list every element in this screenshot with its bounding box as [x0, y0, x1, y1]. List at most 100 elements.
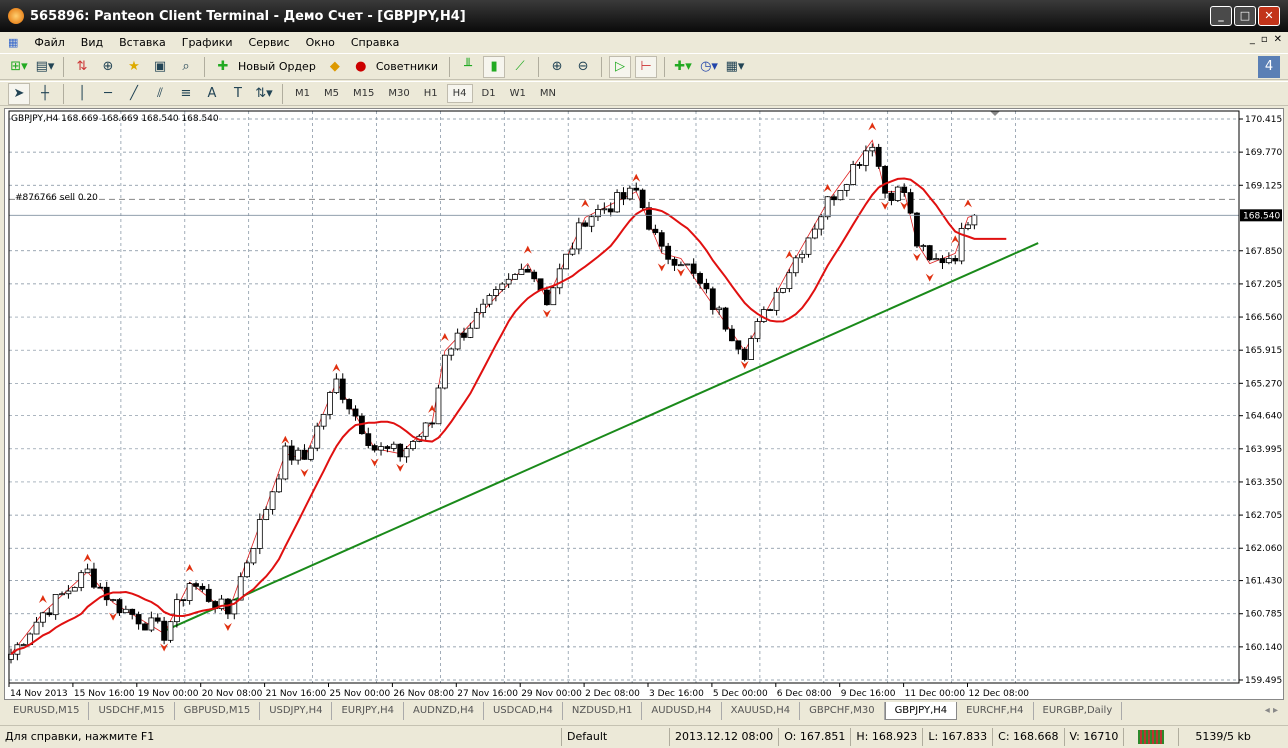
bull-candle — [626, 187, 633, 200]
timeframe-h1[interactable]: H1 — [419, 85, 443, 102]
status-low: L: 167.833 — [923, 727, 994, 746]
timeframe-w1[interactable]: W1 — [505, 85, 531, 102]
standard-toolbar: ⊞▾ ▤▾ ⇅ ⊕ ★ ▣ ⌕ ✚ Новый Ордер ◆ ● Советн… — [0, 53, 1288, 80]
chart-tab[interactable]: EURCHF,H4 — [957, 702, 1034, 720]
bull-candle — [748, 338, 754, 360]
new-order-button[interactable]: Новый Ордер — [238, 60, 316, 73]
bull-candle — [869, 146, 876, 152]
profiles-icon[interactable]: ▤▾ — [34, 56, 56, 78]
status-open: O: 167.851 — [779, 727, 852, 746]
cursor-icon[interactable]: ➤ — [8, 82, 30, 105]
arrows-icon[interactable]: ⇅▾ — [253, 83, 275, 105]
bear-candle — [671, 258, 678, 266]
indicators-icon[interactable]: ✚▾ — [672, 56, 694, 78]
status-traffic: 5139/5 kb — [1195, 729, 1251, 743]
mdi-restore-button[interactable]: ▫ — [1261, 34, 1268, 45]
chart-tab[interactable]: EURJPY,H4 — [332, 702, 404, 720]
status-profile[interactable]: Default — [562, 727, 670, 746]
chart-tab[interactable]: USDCAD,H4 — [484, 702, 563, 720]
menu-tools[interactable]: Сервис — [249, 36, 290, 49]
menu-view[interactable]: Вид — [81, 36, 103, 49]
close-button[interactable]: ✕ — [1258, 6, 1280, 26]
bear-candle — [91, 568, 97, 588]
fibonacci-icon[interactable]: ≡ — [175, 83, 197, 105]
mdi-close-button[interactable]: ✕ — [1274, 34, 1282, 45]
fractal-up-icon — [83, 553, 92, 562]
bull-candle — [754, 321, 761, 339]
bear-candle — [365, 433, 372, 446]
experts-button[interactable]: Советники — [376, 60, 438, 73]
connection-status-icon[interactable] — [1138, 729, 1165, 744]
terminal-icon[interactable]: ▣ — [149, 56, 171, 78]
experts-icon[interactable]: ● — [350, 56, 372, 78]
vertical-line-icon[interactable]: │ — [71, 83, 93, 105]
fractal-down-icon — [300, 468, 309, 477]
chart-tab[interactable]: AUDUSD,H4 — [642, 702, 722, 720]
chart-shift-icon[interactable]: ⊢ — [635, 55, 658, 78]
chart-tab[interactable]: NZDUSD,H1 — [563, 702, 643, 720]
fractal-up-icon — [332, 363, 341, 372]
zoom-out-icon[interactable]: ⊖ — [572, 56, 594, 78]
candlestick-icon[interactable]: ▮ — [483, 55, 506, 78]
chat-icon[interactable]: 4 — [1258, 55, 1280, 78]
crosshair-icon[interactable]: ┼ — [34, 83, 56, 105]
new-order-icon[interactable]: ✚ — [212, 56, 234, 78]
chart-tab[interactable]: EURUSD,M15 — [4, 702, 90, 720]
bear-candle — [384, 446, 391, 449]
bear-candle — [582, 222, 589, 227]
warning-icon[interactable]: ◆ — [324, 56, 346, 78]
zoom-in-icon[interactable]: ⊕ — [546, 56, 568, 78]
chart-tab[interactable]: USDCHF,M15 — [89, 702, 175, 720]
chart-tab[interactable]: EURGBP,Daily — [1034, 702, 1123, 720]
timeframe-mn[interactable]: MN — [535, 85, 561, 102]
bull-candle — [786, 272, 793, 289]
timeframe-d1[interactable]: D1 — [477, 85, 501, 102]
text-label-icon[interactable]: T — [227, 83, 249, 105]
line-chart-icon[interactable]: ⟋ — [509, 56, 531, 78]
favorites-icon[interactable]: ★ — [123, 56, 145, 78]
periods-icon[interactable]: ◷▾ — [698, 56, 720, 78]
chart-tab[interactable]: USDJPY,H4 — [260, 702, 333, 720]
chart-tab[interactable]: GBPCHF,M30 — [800, 702, 885, 720]
bear-candle — [161, 620, 168, 641]
chart-tab[interactable]: GBPUSD,M15 — [175, 702, 261, 720]
price-chart[interactable]: GBPJPY,H4 168.669 168.669 168.540 168.54… — [5, 109, 1285, 701]
timeframe-m30[interactable]: M30 — [383, 85, 414, 102]
bar-chart-icon[interactable]: ╨ — [457, 56, 479, 78]
market-watch-icon[interactable]: ⇅ — [71, 56, 93, 78]
minimize-button[interactable]: _ — [1210, 6, 1232, 26]
fractal-down-icon — [900, 201, 909, 210]
trendline-icon[interactable]: ╱ — [123, 83, 145, 105]
bear-candle — [703, 282, 710, 290]
timeframe-m1[interactable]: M1 — [290, 85, 315, 102]
timeframe-m15[interactable]: M15 — [348, 85, 379, 102]
bear-candle — [907, 192, 914, 214]
strategy-tester-icon[interactable]: ⌕ — [175, 56, 197, 78]
timeframe-h4[interactable]: H4 — [446, 84, 473, 103]
horizontal-line-icon[interactable]: ─ — [97, 83, 119, 105]
new-chart-icon[interactable]: ⊞▾ — [8, 56, 30, 78]
mdi-minimize-button[interactable]: _ — [1250, 34, 1255, 45]
chart-tab[interactable]: GBPJPY,H4 — [884, 702, 958, 720]
chart-tab[interactable]: XAUUSD,H4 — [722, 702, 801, 720]
menu-charts[interactable]: Графики — [182, 36, 233, 49]
maximize-button[interactable]: □ — [1234, 6, 1256, 26]
auto-scroll-icon[interactable]: ▷ — [609, 55, 632, 78]
menu-file[interactable]: Файл — [34, 36, 64, 49]
menu-window[interactable]: Окно — [306, 36, 335, 49]
equidistant-channel-icon[interactable]: ⫽ — [149, 83, 171, 105]
chart-tab[interactable]: AUDNZD,H4 — [404, 702, 484, 720]
bull-candle — [327, 392, 333, 415]
chart-window[interactable]: GBPJPY,H4 168.669 168.669 168.540 168.54… — [4, 108, 1284, 700]
bull-candle — [250, 548, 257, 564]
text-icon[interactable]: A — [201, 83, 223, 105]
menu-insert[interactable]: Вставка — [119, 36, 166, 49]
bull-candle — [167, 621, 174, 641]
tab-scroll-arrows[interactable]: ◂ ▸ — [1265, 705, 1278, 716]
navigator-icon[interactable]: ⊕ — [97, 56, 119, 78]
timeframe-m5[interactable]: M5 — [319, 85, 344, 102]
time-tick-label: 19 Nov 00:00 — [138, 689, 199, 699]
templates-icon[interactable]: ▦▾ — [724, 56, 746, 78]
menu-help[interactable]: Справка — [351, 36, 399, 49]
bull-candle — [684, 263, 691, 266]
